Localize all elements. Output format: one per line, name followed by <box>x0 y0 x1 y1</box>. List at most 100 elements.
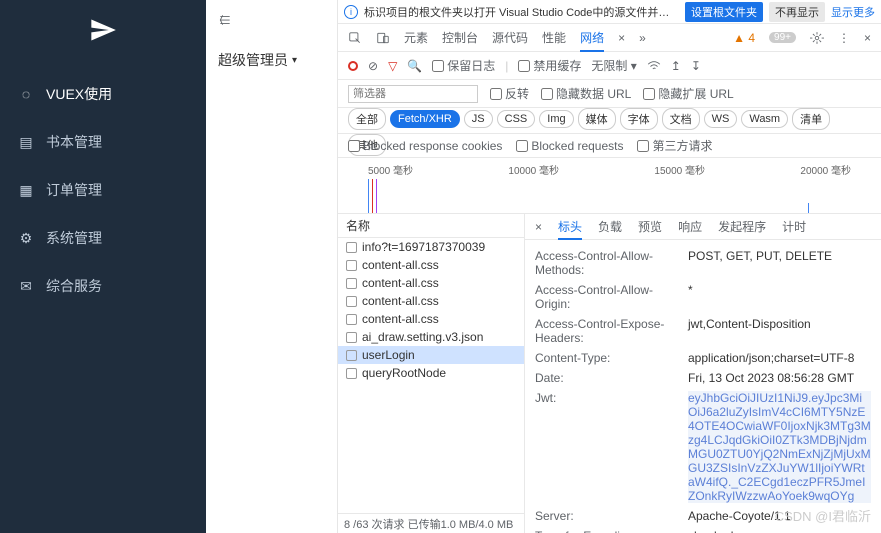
file-icon <box>346 296 357 307</box>
filter-bar: 反转 隐藏数据 URL 隐藏扩展 URL <box>338 80 881 108</box>
clear-button[interactable]: ⊘ <box>368 59 378 73</box>
close-tab-icon[interactable]: × <box>618 31 625 45</box>
throttle-select[interactable]: 无限制 ▾ <box>591 57 636 74</box>
user-role[interactable]: 超级管理员 ▾ <box>206 40 337 80</box>
timeline-overview[interactable]: 5000 毫秒 10000 毫秒 15000 毫秒 20000 毫秒 <box>338 158 881 214</box>
secondary-panel: 超级管理员 ▾ <box>206 0 338 533</box>
more-icon[interactable]: ⋮ <box>838 31 850 45</box>
download-icon[interactable]: ↧ <box>691 59 701 73</box>
request-row[interactable]: content-all.css <box>338 274 524 292</box>
name-header[interactable]: 名称 <box>338 214 524 238</box>
search-button[interactable]: 🔍 <box>407 59 422 73</box>
type-css[interactable]: CSS <box>497 110 536 128</box>
dtab-initiator[interactable]: 发起程序 <box>718 218 766 235</box>
nav-label: 综合服务 <box>46 276 102 296</box>
type-manifest[interactable]: 清单 <box>792 108 830 130</box>
request-row[interactable]: ai_draw.setting.v3.json <box>338 328 524 346</box>
nav-label: VUEX使用 <box>46 84 112 104</box>
blocked-requests-checkbox[interactable]: Blocked requests <box>516 139 623 153</box>
request-row[interactable]: content-all.css <box>338 256 524 274</box>
dtab-payload[interactable]: 负载 <box>598 218 622 235</box>
sub-filters: Blocked response cookies Blocked request… <box>338 134 881 158</box>
file-icon <box>346 314 357 325</box>
preserve-log-checkbox[interactable]: 保留日志 <box>432 57 495 74</box>
hide-ext-url-checkbox[interactable]: 隐藏扩展 URL <box>643 85 733 102</box>
blocked-cookies-checkbox[interactable]: Blocked response cookies <box>348 139 502 153</box>
tab-performance[interactable]: 性能 <box>542 29 566 46</box>
detail-tabs: × 标头 负载 预览 响应 发起程序 计时 <box>525 214 881 240</box>
header-row: Transfer-Encoding:chunked <box>535 526 871 533</box>
network-split: 名称 info?t=1697187370039 content-all.css … <box>338 214 881 533</box>
more-tabs-icon[interactable]: » <box>639 31 646 45</box>
watermark: CSDN @I君临沂 <box>775 506 871 525</box>
nav-item-order[interactable]: ▦ 订单管理 <box>0 166 206 214</box>
issue-badge[interactable]: 99+ <box>769 32 796 43</box>
type-media[interactable]: 媒体 <box>578 108 616 130</box>
type-wasm[interactable]: Wasm <box>741 110 788 128</box>
header-row: Access-Control-Allow-Origin:* <box>535 280 871 314</box>
request-row-selected[interactable]: userLogin <box>338 346 524 364</box>
third-party-checkbox[interactable]: 第三方请求 <box>637 137 712 154</box>
type-ws[interactable]: WS <box>704 110 738 128</box>
app-logo <box>0 0 206 60</box>
nav-item-vuex[interactable]: ◌VUEX使用 <box>0 70 206 118</box>
info-bar: i 标识项目的根文件夹以打开 Visual Studio Code中的源文件并同… <box>338 0 881 24</box>
tab-sources[interactable]: 源代码 <box>492 29 528 46</box>
info-icon: i <box>344 5 358 19</box>
gear-icon: ⚙ <box>18 230 34 247</box>
request-list-panel: 名称 info?t=1697187370039 content-all.css … <box>338 214 525 533</box>
set-root-button[interactable]: 设置根文件夹 <box>685 2 763 22</box>
type-img[interactable]: Img <box>539 110 573 128</box>
timeline-graph <box>348 179 871 213</box>
dtab-response[interactable]: 响应 <box>678 218 702 235</box>
chevron-down-icon: ▾ <box>292 55 297 66</box>
show-more-link[interactable]: 显示更多 <box>831 4 875 20</box>
tab-network[interactable]: 网络 <box>580 29 604 52</box>
app-sidebar: ◌VUEX使用 ▤ 书本管理 ▦ 订单管理 ⚙系统管理 ✉综合服务 <box>0 0 206 533</box>
nav-label: 订单管理 <box>46 180 102 200</box>
nav-label: 书本管理 <box>46 132 102 152</box>
dtab-preview[interactable]: 预览 <box>638 218 662 235</box>
status-bar: 8 /63 次请求 已传输1.0 MB/4.0 MB <box>338 513 524 533</box>
header-row[interactable]: Jwt:eyJhbGciOiJIUzI1NiJ9.eyJpc3MiOiJ6a2l… <box>535 388 871 506</box>
nav-item-book[interactable]: ▤ 书本管理 <box>0 118 206 166</box>
warning-count[interactable]: ▲ 4 <box>733 31 755 45</box>
settings-icon[interactable] <box>810 31 824 45</box>
upload-icon[interactable]: ↥ <box>671 59 681 73</box>
type-doc[interactable]: 文档 <box>662 108 700 130</box>
file-icon <box>346 260 357 271</box>
hide-data-url-checkbox[interactable]: 隐藏数据 URL <box>541 85 631 102</box>
file-icon: ▤ <box>18 134 34 151</box>
disable-cache-checkbox[interactable]: 禁用缓存 <box>518 57 581 74</box>
wifi-icon[interactable] <box>647 59 661 73</box>
type-all[interactable]: 全部 <box>348 108 386 130</box>
close-detail-icon[interactable]: × <box>535 220 542 234</box>
close-devtools-icon[interactable]: × <box>864 31 871 45</box>
request-row[interactable]: queryRootNode <box>338 364 524 382</box>
type-js[interactable]: JS <box>464 110 493 128</box>
record-button[interactable] <box>348 61 358 71</box>
request-row[interactable]: info?t=1697187370039 <box>338 238 524 256</box>
inspect-icon[interactable] <box>348 31 362 45</box>
type-fetch[interactable]: Fetch/XHR <box>390 110 460 128</box>
invert-checkbox[interactable]: 反转 <box>490 85 529 102</box>
nav-item-service[interactable]: ✉综合服务 <box>0 262 206 310</box>
request-list: info?t=1697187370039 content-all.css con… <box>338 238 524 513</box>
request-row[interactable]: content-all.css <box>338 310 524 328</box>
collapse-toggle[interactable] <box>206 0 337 40</box>
request-row[interactable]: content-all.css <box>338 292 524 310</box>
file-icon <box>346 278 357 289</box>
type-font[interactable]: 字体 <box>620 108 658 130</box>
dtab-headers[interactable]: 标头 <box>558 218 582 240</box>
filter-input[interactable] <box>348 85 478 103</box>
filter-toggle[interactable]: ▽ <box>388 59 397 73</box>
tab-elements[interactable]: 元素 <box>404 29 428 46</box>
tab-console[interactable]: 控制台 <box>442 29 478 46</box>
collapse-icon <box>218 13 232 27</box>
device-icon[interactable] <box>376 31 390 45</box>
list-icon: ▦ <box>18 182 34 199</box>
nav-item-system[interactable]: ⚙系统管理 <box>0 214 206 262</box>
header-row: Content-Type:application/json;charset=UT… <box>535 348 871 368</box>
dismiss-button[interactable]: 不再显示 <box>769 2 825 22</box>
dtab-timing[interactable]: 计时 <box>782 218 806 235</box>
